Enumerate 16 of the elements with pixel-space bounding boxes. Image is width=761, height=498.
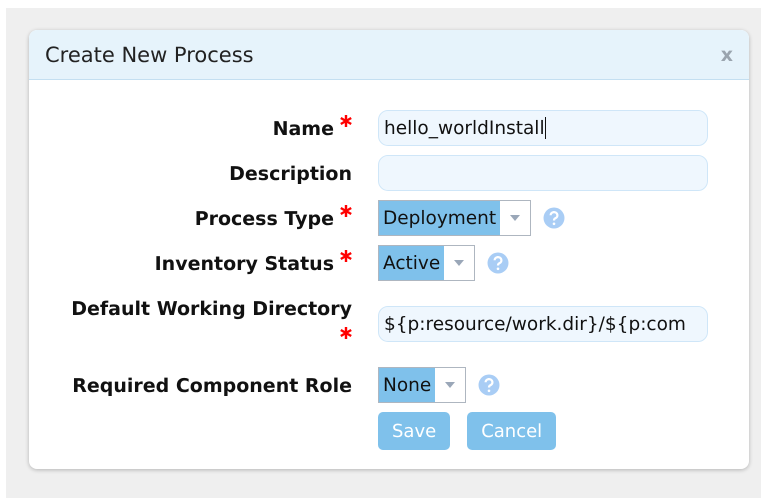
field-label: Process Type [194,208,334,230]
help-icon[interactable] [487,252,510,274]
input-field[interactable]: hello_worldInstall [378,110,708,146]
field-label: Default Working Directory [71,298,352,320]
help-icon[interactable] [543,207,566,229]
field-label: Description [229,163,352,185]
field-label: Inventory Status [154,253,334,275]
input-field[interactable] [378,155,708,191]
field-label: Required Component Role [72,375,352,397]
dropdown[interactable]: Deployment [378,200,532,236]
dropdown[interactable]: Active [378,245,476,281]
dialog-title: Create New Process [45,42,254,66]
help-icon[interactable] [478,374,500,396]
field-label: Name [272,118,334,140]
dropdown[interactable]: None [378,367,466,403]
input-field[interactable]: ${p:resource/work.dir}/${p:com [378,306,708,342]
